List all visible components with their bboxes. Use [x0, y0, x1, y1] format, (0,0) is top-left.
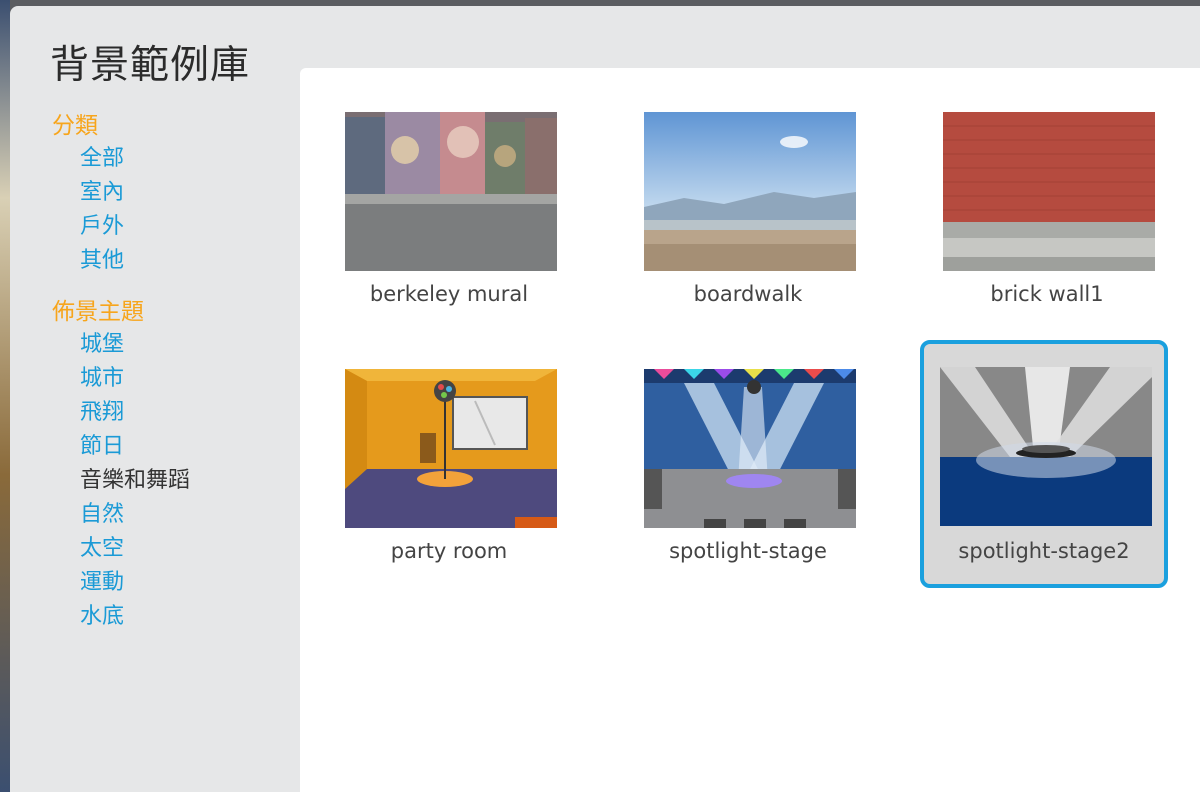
theme-item-music-dance[interactable]: 音樂和舞蹈	[80, 464, 292, 498]
backdrop-tile-party-room[interactable]: party room	[325, 345, 573, 593]
backdrop-label: party room	[390, 539, 508, 563]
backdrop-tile-spotlight-stage2[interactable]: spotlight-stage2	[920, 340, 1168, 588]
category-item-all[interactable]: 全部	[80, 142, 292, 176]
backdrop-thumbnail-boardwalk	[644, 112, 856, 271]
backdrop-label: brick wall1	[990, 282, 1104, 306]
backdrop-label: spotlight-stage	[669, 539, 827, 563]
theme-item-holiday[interactable]: 節日	[80, 430, 292, 464]
backdrop-thumbnail-spotlight-stage	[644, 369, 856, 528]
dialog-title: 背景範例庫	[50, 43, 251, 88]
theme-item-flying[interactable]: 飛翔	[80, 396, 292, 430]
theme-section-title: 佈景主題	[52, 299, 144, 325]
backdrop-library-dialog: 背景範例庫 分類 全部 室內 戶外 其他 佈景主題 城堡 城市 飛翔 節日 音樂…	[10, 6, 1200, 792]
backdrop-thumbnail-berkeley-mural	[345, 112, 557, 271]
category-section-title: 分類	[52, 113, 98, 139]
backdrop-tile-berkeley-mural[interactable]: berkeley mural	[325, 88, 573, 336]
theme-item-sports[interactable]: 運動	[80, 566, 292, 600]
background-app-edge	[0, 0, 10, 792]
theme-item-castle[interactable]: 城堡	[80, 328, 292, 362]
theme-item-nature[interactable]: 自然	[80, 498, 292, 532]
backdrop-label: spotlight-stage2	[958, 539, 1130, 563]
category-list: 全部 室內 戶外 其他	[52, 142, 292, 278]
theme-item-underwater[interactable]: 水底	[80, 600, 292, 634]
backdrop-tile-brick-wall1[interactable]: brick wall1	[923, 88, 1171, 336]
category-item-outdoors[interactable]: 戶外	[80, 210, 292, 244]
theme-item-city[interactable]: 城市	[80, 362, 292, 396]
theme-item-space[interactable]: 太空	[80, 532, 292, 566]
backdrop-tile-spotlight-stage[interactable]: spotlight-stage	[624, 345, 872, 593]
backdrop-label: boardwalk	[693, 282, 803, 306]
backdrop-thumbnail-spotlight-stage2	[940, 367, 1152, 526]
category-item-indoors[interactable]: 室內	[80, 176, 292, 210]
backdrop-thumbnail-party-room	[345, 369, 557, 528]
category-sidebar: 分類 全部 室內 戶外 其他 佈景主題 城堡 城市 飛翔 節日 音樂和舞蹈 自然…	[52, 110, 292, 634]
backdrop-label: berkeley mural	[369, 282, 529, 306]
theme-list: 城堡 城市 飛翔 節日 音樂和舞蹈 自然 太空 運動 水底	[52, 328, 292, 634]
backdrop-thumbnail-brick-wall1	[943, 112, 1155, 271]
backdrop-grid: berkeley mural boardwalk brick wall1 par…	[300, 68, 1200, 792]
backdrop-tile-boardwalk[interactable]: boardwalk	[624, 88, 872, 336]
category-item-other[interactable]: 其他	[80, 244, 292, 278]
